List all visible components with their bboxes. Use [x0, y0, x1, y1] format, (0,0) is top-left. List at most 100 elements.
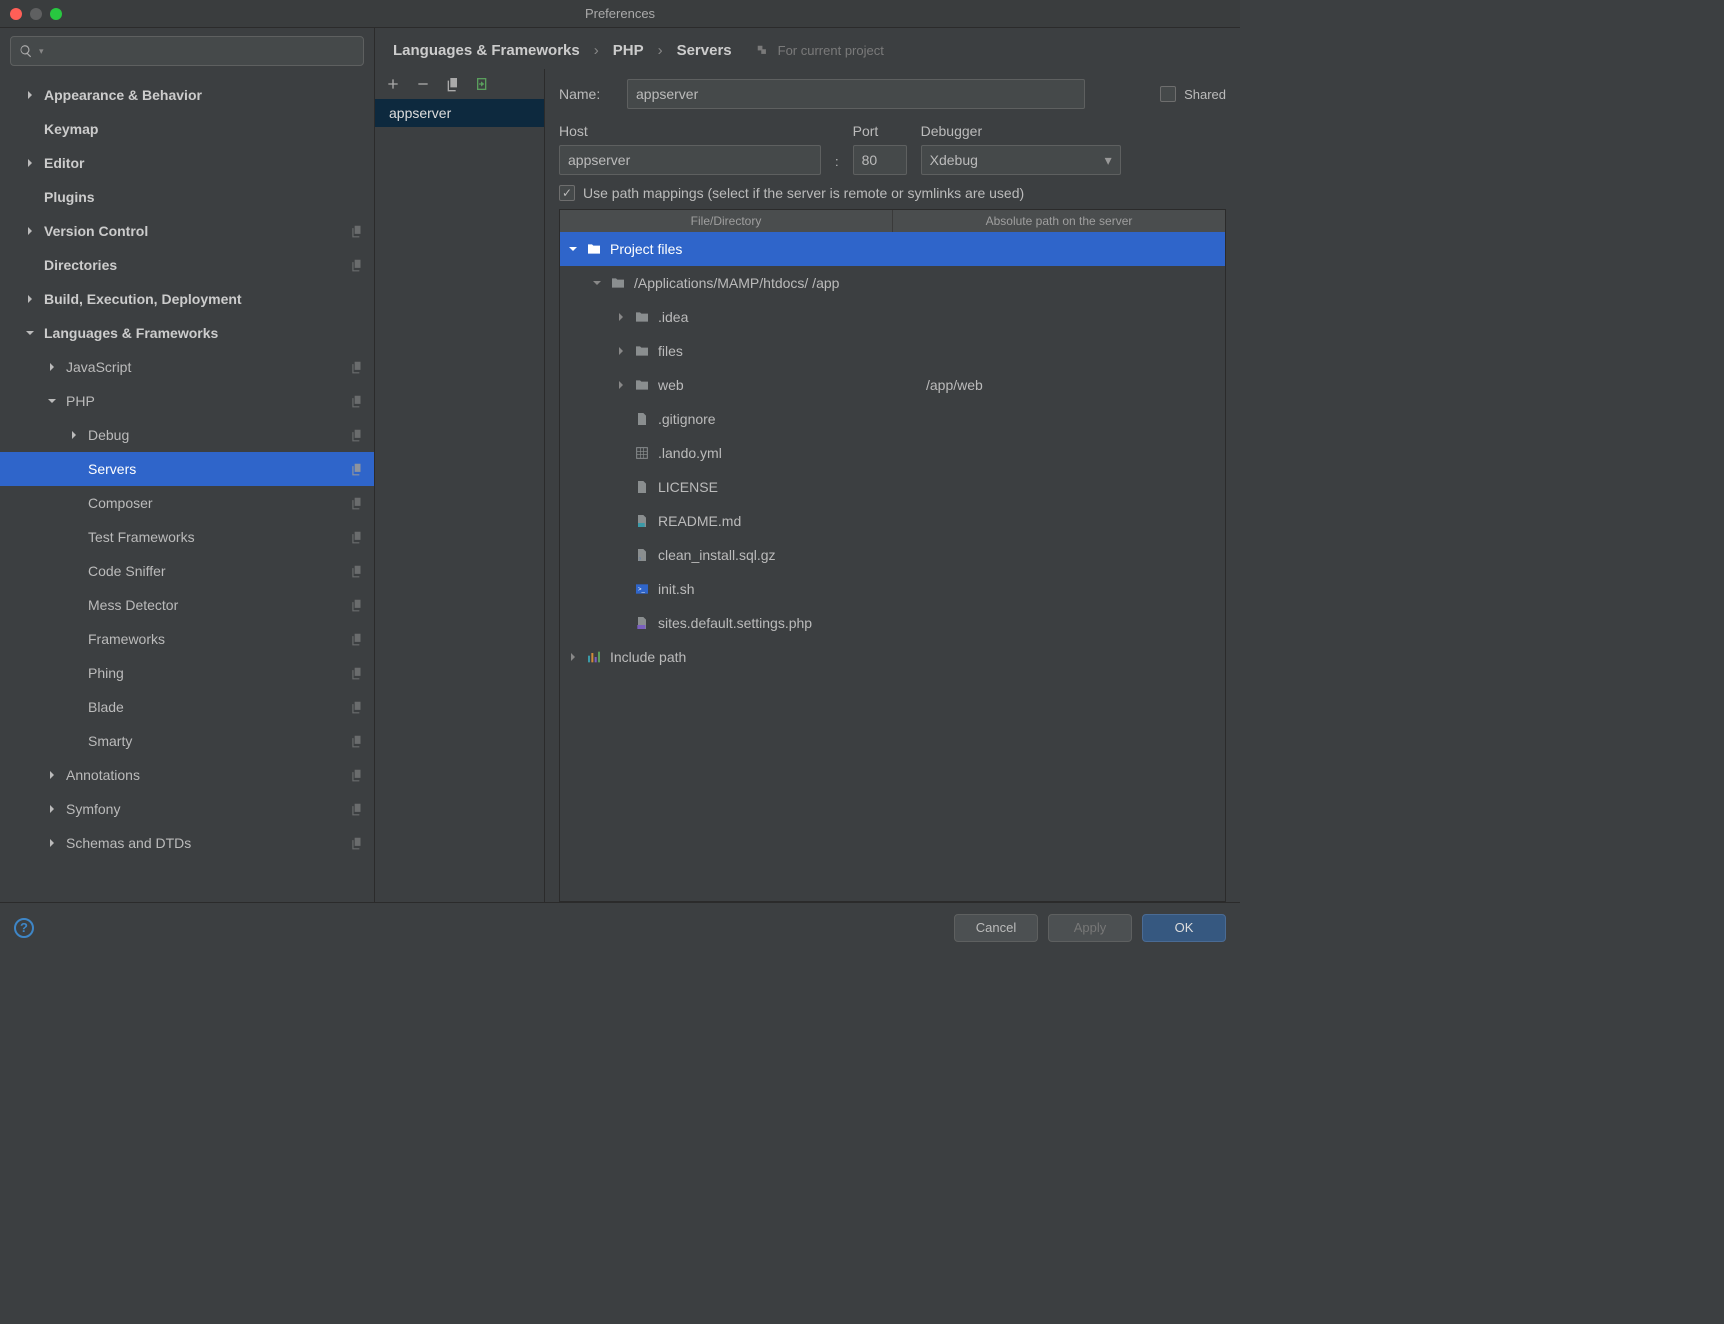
path-mappings-table: File/Directory Absolute path on the serv… [559, 209, 1226, 902]
sidebar-item-javascript[interactable]: JavaScript [0, 350, 374, 384]
debugger-select[interactable]: Xdebug [921, 145, 1121, 175]
sidebar-item-blade[interactable]: Blade [0, 690, 374, 724]
settings-tree: Appearance & BehaviorKeymapEditorPlugins… [0, 74, 374, 902]
column-header-file[interactable]: File/Directory [560, 210, 893, 232]
folder-icon [634, 377, 650, 393]
server-list-panel: appserver [375, 69, 545, 902]
folder-icon [634, 343, 650, 359]
breadcrumb: Languages & Frameworks › PHP › Servers F… [375, 28, 1240, 69]
sidebar-item-languages-frameworks[interactable]: Languages & Frameworks [0, 316, 374, 350]
file-icon [634, 479, 650, 495]
path-row[interactable]: web/app/web [560, 368, 1225, 402]
expand-icon [616, 347, 626, 355]
sidebar-item-test-frameworks[interactable]: Test Frameworks [0, 520, 374, 554]
path-row[interactable]: files [560, 334, 1225, 368]
project-icon [756, 44, 770, 58]
copy-icon[interactable] [445, 76, 461, 92]
sidebar-item-plugins[interactable]: Plugins [0, 180, 374, 214]
ok-button[interactable]: OK [1142, 914, 1226, 942]
cancel-button[interactable]: Cancel [954, 914, 1038, 942]
server-list-item[interactable]: appserver [375, 99, 544, 127]
breadcrumb-part[interactable]: Servers [677, 42, 732, 59]
folder-icon [586, 241, 602, 257]
expand-arrow-icon [26, 227, 36, 235]
sidebar-item-annotations[interactable]: Annotations [0, 758, 374, 792]
sidebar-item-smarty[interactable]: Smarty [0, 724, 374, 758]
expand-arrow-icon [26, 91, 36, 99]
sidebar-item-appearance-behavior[interactable]: Appearance & Behavior [0, 78, 374, 112]
expand-icon [616, 381, 626, 389]
expand-arrow-icon [26, 295, 36, 303]
path-row[interactable]: Project files [560, 232, 1225, 266]
sidebar-item-build-execution-deployment[interactable]: Build, Execution, Deployment [0, 282, 374, 316]
sidebar-item-directories[interactable]: Directories [0, 248, 374, 282]
path-row[interactable]: sites.default.settings.php [560, 606, 1225, 640]
add-icon[interactable] [385, 76, 401, 92]
sidebar-item-keymap[interactable]: Keymap [0, 112, 374, 146]
search-input[interactable]: ▾ [10, 36, 364, 66]
path-mappings-label: Use path mappings (select if the server … [583, 185, 1024, 201]
server-config-form: Name: Shared Host : [545, 69, 1240, 902]
bars-icon [586, 649, 602, 665]
folder-icon [634, 309, 650, 325]
breadcrumb-part[interactable]: Languages & Frameworks [393, 42, 580, 59]
breadcrumb-part[interactable]: PHP [613, 42, 644, 59]
host-label: Host [559, 123, 821, 139]
path-row[interactable]: ?clean_install.sql.gz [560, 538, 1225, 572]
path-row[interactable]: LICENSE [560, 470, 1225, 504]
column-header-server[interactable]: Absolute path on the server [893, 210, 1225, 232]
expand-arrow-icon [70, 431, 80, 439]
host-input[interactable] [559, 145, 821, 175]
port-label: Port [853, 123, 907, 139]
php-icon [634, 615, 650, 631]
shared-checkbox[interactable] [1160, 86, 1176, 102]
footer-bar: ? Cancel Apply OK [0, 902, 1240, 952]
expand-arrow-icon [26, 329, 36, 337]
sql-icon: ? [634, 547, 650, 563]
expand-arrow-icon [48, 363, 58, 371]
sidebar-item-version-control[interactable]: Version Control [0, 214, 374, 248]
import-icon[interactable] [475, 76, 491, 92]
expand-icon [592, 279, 602, 287]
path-row[interactable]: /Applications/MAMP/htdocs/ /app [560, 266, 1225, 300]
server-name-input[interactable] [627, 79, 1085, 109]
expand-icon [568, 653, 578, 661]
sidebar-item-schemas-and-dtds[interactable]: Schemas and DTDs [0, 826, 374, 860]
svg-text:>_: >_ [638, 587, 646, 593]
path-mappings-checkbox[interactable] [559, 185, 575, 201]
sidebar-item-symfony[interactable]: Symfony [0, 792, 374, 826]
grid-icon [634, 445, 650, 461]
expand-arrow-icon [48, 839, 58, 847]
expand-arrow-icon [48, 805, 58, 813]
sidebar-item-phing[interactable]: Phing [0, 656, 374, 690]
svg-text:?: ? [639, 556, 642, 561]
path-row[interactable]: .lando.yml [560, 436, 1225, 470]
window-title: Preferences [0, 6, 1240, 21]
titlebar: Preferences [0, 0, 1240, 28]
sh-icon: >_ [634, 581, 650, 597]
help-button[interactable]: ? [14, 918, 34, 938]
apply-button[interactable]: Apply [1048, 914, 1132, 942]
sidebar-item-frameworks[interactable]: Frameworks [0, 622, 374, 656]
path-row[interactable]: >_init.sh [560, 572, 1225, 606]
sidebar-item-mess-detector[interactable]: Mess Detector [0, 588, 374, 622]
path-row[interactable]: .idea [560, 300, 1225, 334]
expand-icon [568, 245, 578, 253]
md-icon [634, 513, 650, 529]
sidebar-item-php[interactable]: PHP [0, 384, 374, 418]
port-input[interactable] [853, 145, 907, 175]
sidebar-item-servers[interactable]: Servers [0, 452, 374, 486]
chevron-right-icon: › [594, 42, 599, 59]
shared-label: Shared [1184, 87, 1226, 102]
breadcrumb-scope-note: For current project [778, 43, 884, 58]
remove-icon[interactable] [415, 76, 431, 92]
sidebar-item-debug[interactable]: Debug [0, 418, 374, 452]
path-row[interactable]: .gitignore [560, 402, 1225, 436]
sidebar-item-code-sniffer[interactable]: Code Sniffer [0, 554, 374, 588]
path-row[interactable]: Include path [560, 640, 1225, 674]
folder-icon [610, 275, 626, 291]
path-row[interactable]: README.md [560, 504, 1225, 538]
sidebar-item-composer[interactable]: Composer [0, 486, 374, 520]
dropdown-icon: ▾ [39, 46, 44, 57]
sidebar-item-editor[interactable]: Editor [0, 146, 374, 180]
